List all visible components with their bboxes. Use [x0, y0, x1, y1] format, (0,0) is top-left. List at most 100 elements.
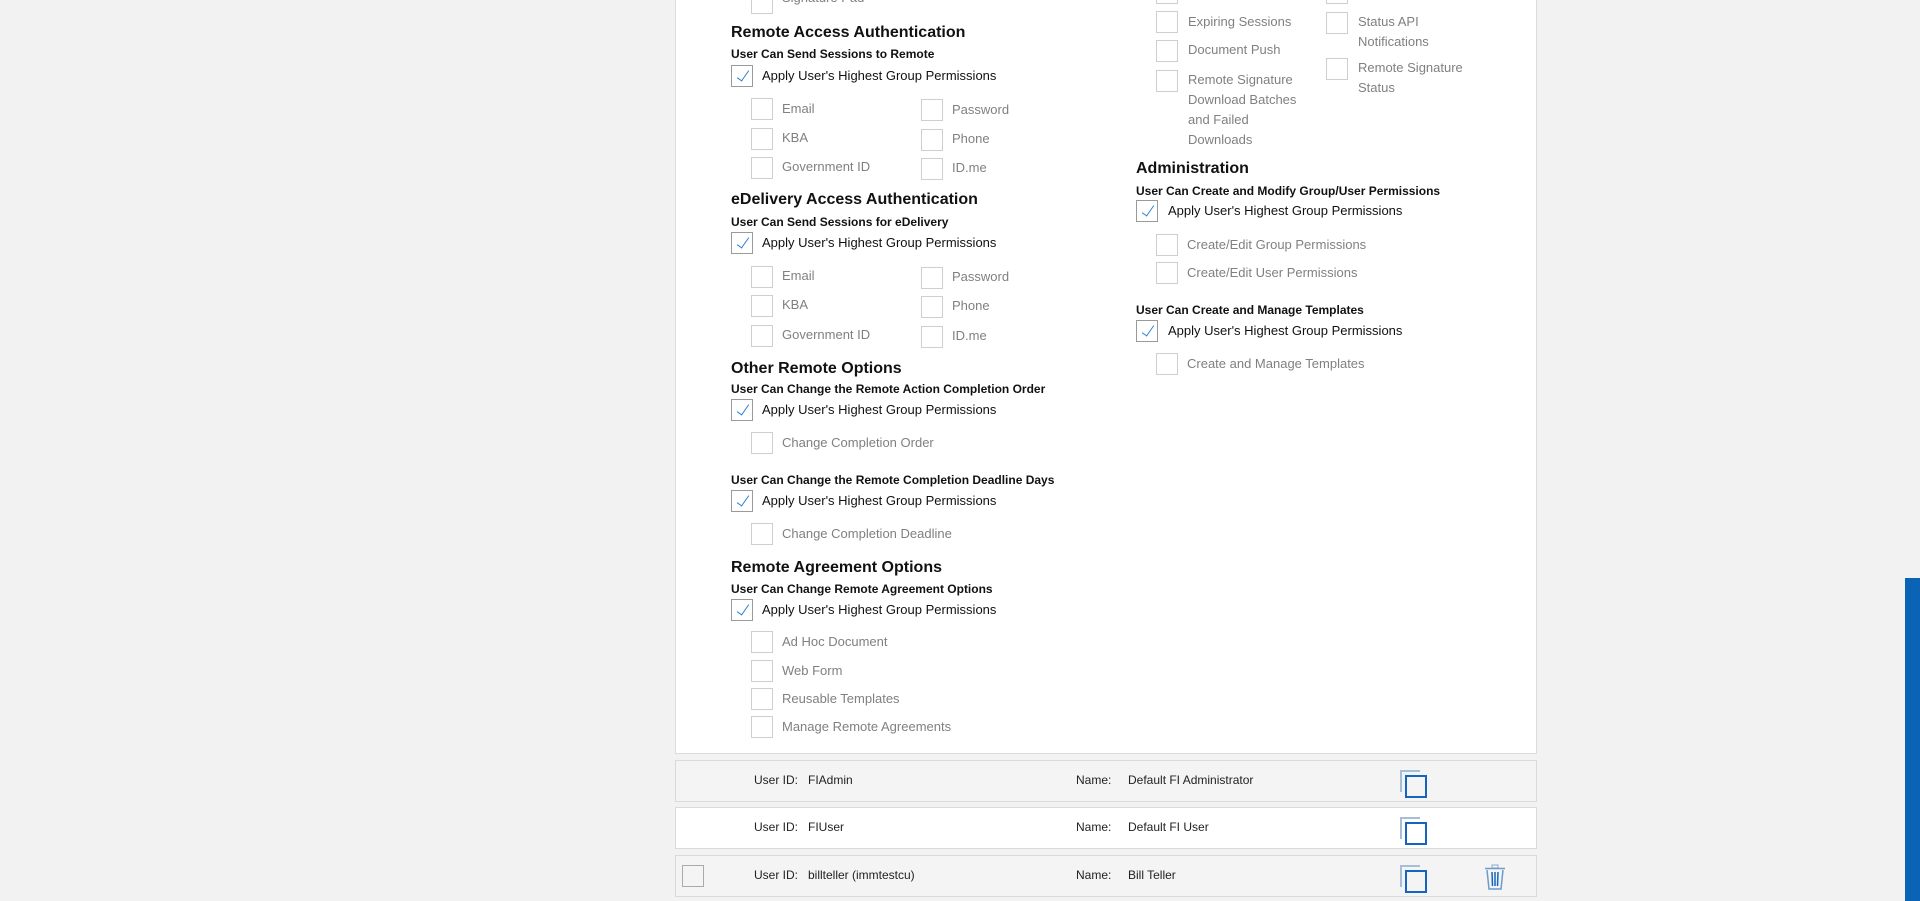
- row-select-checkbox[interactable]: [682, 865, 704, 887]
- edelivery-phone-label: Phone: [952, 298, 990, 313]
- ad-hoc-label: Ad Hoc Document: [782, 634, 888, 649]
- permissions-subheading: User Can Create and Modify Group/User Pe…: [1136, 184, 1441, 198]
- name-value: Bill Teller: [1128, 868, 1176, 882]
- edelivery-apply-checkbox[interactable]: [731, 232, 753, 254]
- status-api-label: Status API Notifications: [1358, 14, 1429, 49]
- name-value: Default FI User: [1128, 820, 1209, 834]
- trash-icon[interactable]: [1484, 864, 1506, 890]
- web-form-checkbox[interactable]: [751, 660, 773, 682]
- remote-access-apply-label: Apply User's Highest Group Permissions: [762, 68, 997, 83]
- agreement-subheading: User Can Change Remote Agreement Options: [731, 582, 993, 596]
- document-push-label: Document Push: [1188, 42, 1281, 57]
- permissions-apply-label: Apply User's Highest Group Permissions: [1168, 203, 1403, 218]
- create-manage-templates-label: Create and Manage Templates: [1187, 356, 1365, 371]
- name-value: Default FI Administrator: [1128, 773, 1254, 787]
- templates-apply-checkbox[interactable]: [1136, 320, 1158, 342]
- templates-subheading: User Can Create and Manage Templates: [1136, 303, 1364, 317]
- other-remote-heading: Other Remote Options: [731, 360, 902, 377]
- edelivery-kba-checkbox[interactable]: [751, 295, 773, 317]
- copy-icon[interactable]: [1400, 817, 1427, 845]
- edelivery-govid-label: Government ID: [782, 327, 871, 342]
- agreement-heading: Remote Agreement Options: [731, 559, 942, 576]
- user-row[interactable]: User ID: FIUser Name: Default FI User: [675, 807, 1537, 849]
- edelivery-email-checkbox[interactable]: [751, 266, 773, 288]
- reusable-templates-checkbox[interactable]: [751, 688, 773, 710]
- remote-govid-checkbox[interactable]: [751, 157, 773, 179]
- user-id-label: User ID:: [754, 868, 799, 882]
- edelivery-password-label: Password: [952, 269, 1010, 284]
- remote-signature-status-label: Remote Signature Status: [1358, 60, 1463, 95]
- name-label: Name:: [1076, 868, 1112, 882]
- remote-email-label: Email: [782, 101, 815, 116]
- expiring-sessions-label: Expiring Sessions: [1188, 14, 1292, 29]
- remote-signature-status-checkbox[interactable]: [1326, 58, 1348, 80]
- create-user-permissions-checkbox[interactable]: [1156, 262, 1178, 284]
- remote-idme-checkbox[interactable]: [921, 158, 943, 180]
- agreement-apply-label: Apply User's Highest Group Permissions: [762, 602, 997, 617]
- user-row[interactable]: User ID: FIAdmin Name: Default FI Admini…: [675, 760, 1537, 802]
- edelivery-idme-checkbox[interactable]: [921, 326, 943, 348]
- edelivery-email-label: Email: [782, 268, 815, 283]
- remote-email-checkbox[interactable]: [751, 98, 773, 120]
- manage-agreements-checkbox[interactable]: [751, 716, 773, 738]
- change-completion-deadline-label: Change Completion Deadline: [782, 526, 952, 541]
- partial-checkbox-2[interactable]: [1326, 0, 1348, 4]
- remote-signature-download-checkbox[interactable]: [1156, 70, 1178, 92]
- remote-password-checkbox[interactable]: [921, 99, 943, 121]
- name-label: Name:: [1076, 773, 1112, 787]
- document-push-checkbox[interactable]: [1156, 40, 1178, 62]
- remote-signature-download-label: Remote Signature Download Batches and Fa…: [1188, 72, 1297, 147]
- remote-access-heading: Remote Access Authentication: [731, 24, 966, 41]
- change-completion-order-checkbox[interactable]: [751, 432, 773, 454]
- edelivery-subheading: User Can Send Sessions for eDelivery: [731, 215, 949, 229]
- change-completion-deadline-checkbox[interactable]: [751, 523, 773, 545]
- remote-phone-checkbox[interactable]: [921, 129, 943, 151]
- partial-checkbox[interactable]: [1156, 0, 1178, 4]
- completion-order-apply-checkbox[interactable]: [731, 399, 753, 421]
- completion-order-subheading: User Can Change the Remote Action Comple…: [731, 382, 1046, 396]
- completion-order-apply-label: Apply User's Highest Group Permissions: [762, 402, 997, 417]
- remote-idme-label: ID.me: [952, 160, 987, 175]
- user-id-value: FIUser: [808, 820, 844, 834]
- user-id-value: FIAdmin: [808, 773, 853, 787]
- copy-icon[interactable]: [1400, 770, 1427, 798]
- signature-pad-checkbox[interactable]: [751, 0, 773, 14]
- edelivery-kba-label: KBA: [782, 297, 809, 312]
- status-api-checkbox[interactable]: [1326, 12, 1348, 34]
- edelivery-idme-label: ID.me: [952, 328, 987, 343]
- templates-apply-label: Apply User's Highest Group Permissions: [1168, 323, 1403, 338]
- administration-heading: Administration: [1136, 160, 1249, 177]
- edelivery-heading: eDelivery Access Authentication: [731, 191, 978, 208]
- reusable-templates-label: Reusable Templates: [782, 691, 900, 706]
- ad-hoc-checkbox[interactable]: [751, 631, 773, 653]
- remote-kba-checkbox[interactable]: [751, 128, 773, 150]
- remote-kba-label: KBA: [782, 130, 809, 145]
- create-group-permissions-checkbox[interactable]: [1156, 234, 1178, 256]
- user-row[interactable]: User ID: billteller (immtestcu) Name: Bi…: [675, 855, 1537, 897]
- manage-agreements-label: Manage Remote Agreements: [782, 719, 952, 734]
- user-id-label: User ID:: [754, 820, 799, 834]
- remote-password-label: Password: [952, 102, 1010, 117]
- deadline-apply-label: Apply User's Highest Group Permissions: [762, 493, 997, 508]
- remote-govid-label: Government ID: [782, 159, 871, 174]
- create-manage-templates-checkbox[interactable]: [1156, 353, 1178, 375]
- scrollbar-thumb[interactable]: [1905, 578, 1920, 901]
- remote-phone-label: Phone: [952, 131, 990, 146]
- deadline-apply-checkbox[interactable]: [731, 490, 753, 512]
- user-id-value: billteller (immtestcu): [808, 868, 915, 882]
- edelivery-govid-checkbox[interactable]: [751, 325, 773, 347]
- edelivery-password-checkbox[interactable]: [921, 267, 943, 289]
- create-user-permissions-label: Create/Edit User Permissions: [1187, 265, 1358, 280]
- web-form-label: Web Form: [782, 663, 843, 678]
- edelivery-apply-label: Apply User's Highest Group Permissions: [762, 235, 997, 250]
- permissions-apply-checkbox[interactable]: [1136, 200, 1158, 222]
- remote-access-subheading: User Can Send Sessions to Remote: [731, 47, 935, 61]
- expiring-sessions-checkbox[interactable]: [1156, 11, 1178, 33]
- agreement-apply-checkbox[interactable]: [731, 599, 753, 621]
- change-completion-order-label: Change Completion Order: [782, 435, 934, 450]
- remote-access-apply-checkbox[interactable]: [731, 65, 753, 87]
- deadline-subheading: User Can Change the Remote Completion De…: [731, 473, 1055, 487]
- user-id-label: User ID:: [754, 773, 799, 787]
- edelivery-phone-checkbox[interactable]: [921, 296, 943, 318]
- copy-icon[interactable]: [1400, 865, 1427, 893]
